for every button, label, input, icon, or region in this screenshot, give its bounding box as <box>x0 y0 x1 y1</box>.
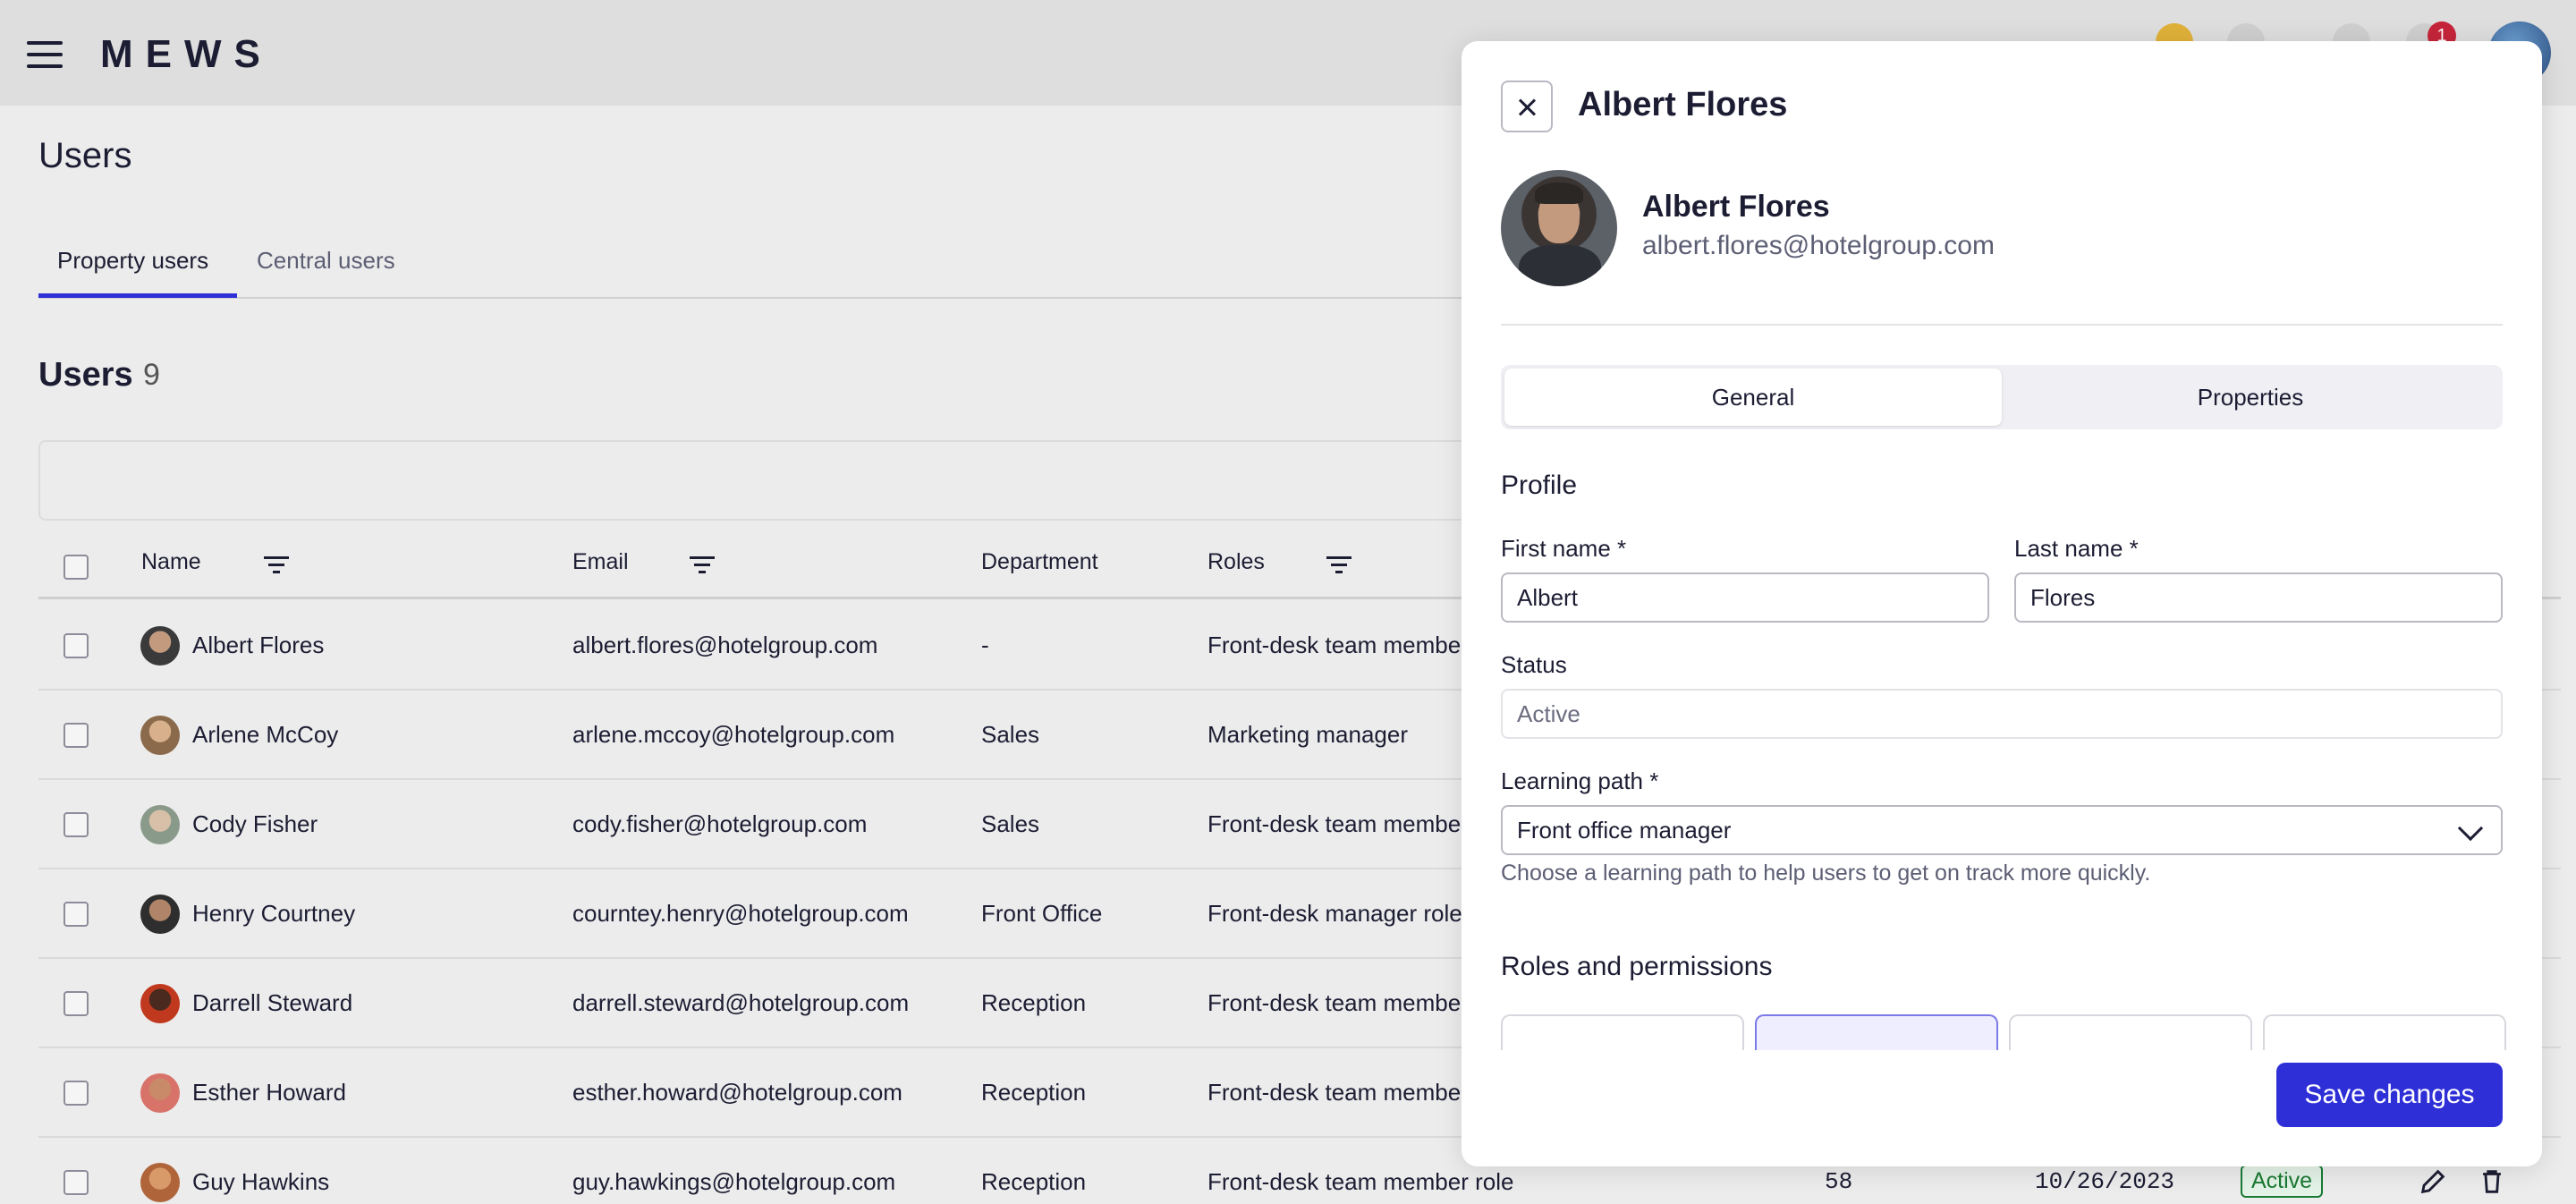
trash-icon[interactable] <box>2477 1166 2507 1197</box>
learning-path-select[interactable]: Front office manager <box>1501 805 2503 855</box>
last-name-label: Last name * <box>2014 535 2139 562</box>
page-title: Users <box>38 136 132 175</box>
status-field: Active <box>1501 689 2503 739</box>
tab-properties[interactable]: Properties <box>2002 369 2499 426</box>
user-role: Front-desk team member role <box>1208 1168 1514 1195</box>
menu-icon[interactable] <box>27 41 63 68</box>
column-email: Email <box>572 549 629 574</box>
user-email: esther.howard@hotelgroup.com <box>572 1079 902 1106</box>
status-badge: Active <box>2241 1165 2324 1198</box>
user-department: Sales <box>981 810 1040 837</box>
user-name: Esther Howard <box>192 1079 346 1106</box>
status-label: Status <box>1501 651 1567 678</box>
last-name-field[interactable]: Flores <box>2014 572 2503 623</box>
user-department: Reception <box>981 1168 1087 1195</box>
roles-section-title: Roles and permissions <box>1501 952 1773 981</box>
role-card[interactable] <box>2263 1014 2506 1050</box>
user-department: Reception <box>981 989 1087 1016</box>
row-checkbox[interactable] <box>64 812 89 837</box>
avatar <box>140 1163 180 1202</box>
avatar <box>140 805 180 844</box>
active-tab-indicator <box>38 293 237 298</box>
tab-property-users[interactable]: Property users <box>57 247 208 275</box>
user-department: Reception <box>981 1079 1087 1106</box>
row-checkbox[interactable] <box>64 633 89 658</box>
column-roles: Roles <box>1208 549 1265 574</box>
profile-email: albert.flores@hotelgroup.com <box>1642 231 1995 260</box>
filter-icon[interactable] <box>264 555 289 576</box>
divider <box>1501 324 2503 326</box>
avatar <box>140 1073 180 1113</box>
select-all-checkbox[interactable] <box>64 555 89 580</box>
avatar <box>140 626 180 666</box>
role-card[interactable] <box>1755 1014 1998 1050</box>
profile-photo <box>1501 170 1617 286</box>
profile-section-title: Profile <box>1501 471 1578 500</box>
user-name: Albert Flores <box>192 632 325 658</box>
panel-title: Albert Flores <box>1578 86 1788 123</box>
learning-path-hint: Choose a learning path to help users to … <box>1501 861 2151 886</box>
role-card[interactable] <box>2009 1014 2252 1050</box>
avatar <box>140 716 180 755</box>
learning-path-label: Learning path * <box>1501 767 1659 794</box>
learning-path-value: Front office manager <box>1517 817 1732 844</box>
column-name: Name <box>141 549 201 574</box>
row-checkbox[interactable] <box>64 723 89 748</box>
profile-name: Albert Flores <box>1642 190 1830 224</box>
users-count: 9 <box>143 358 160 392</box>
user-email: albert.flores@hotelgroup.com <box>572 632 878 658</box>
chevron-down-icon <box>2457 815 2484 842</box>
users-heading: Users <box>38 356 133 394</box>
role-card[interactable] <box>1501 1014 1744 1050</box>
first-name-label: First name * <box>1501 535 1627 562</box>
user-name: Darrell Steward <box>192 989 353 1016</box>
user-email: darrell.steward@hotelgroup.com <box>572 989 910 1016</box>
column-department: Department <box>981 549 1098 574</box>
first-name-field[interactable]: Albert <box>1501 572 1989 623</box>
user-department: Sales <box>981 721 1040 748</box>
table-toolbar <box>38 440 1559 521</box>
user-detail-panel: Albert Flores Albert Flores albert.flore… <box>1462 41 2542 1166</box>
row-checkbox[interactable] <box>64 1170 89 1195</box>
brand-logo: MEWS <box>100 32 273 76</box>
panel-tabs: General Properties <box>1501 365 2503 429</box>
user-name: Arlene McCoy <box>192 721 339 748</box>
user-email: cody.fisher@hotelgroup.com <box>572 810 868 837</box>
user-department: - <box>981 632 989 658</box>
user-name: Henry Courtney <box>192 900 356 927</box>
avatar <box>140 984 180 1023</box>
user-email: arlene.mccoy@hotelgroup.com <box>572 721 895 748</box>
filter-icon[interactable] <box>690 555 715 576</box>
user-count: 58 <box>1825 1168 1853 1195</box>
user-department: Front Office <box>981 900 1103 927</box>
avatar <box>140 895 180 934</box>
user-role: Front-desk manager role <box>1208 900 1462 927</box>
user-email: guy.hawkings@hotelgroup.com <box>572 1168 896 1195</box>
tab-general[interactable]: General <box>1504 369 2002 426</box>
row-checkbox[interactable] <box>64 1081 89 1106</box>
row-checkbox[interactable] <box>64 991 89 1016</box>
user-role: Marketing manager <box>1208 721 1408 748</box>
user-name: Cody Fisher <box>192 810 318 837</box>
user-name: Guy Hawkins <box>192 1168 330 1195</box>
save-button[interactable]: Save changes <box>2276 1063 2503 1127</box>
tab-central-users[interactable]: Central users <box>257 247 395 275</box>
user-email: courntey.henry@hotelgroup.com <box>572 900 909 927</box>
user-date: 10/26/2023 <box>2035 1168 2175 1195</box>
row-checkbox[interactable] <box>64 902 89 927</box>
user-tabs: Property users Central users <box>38 242 1470 299</box>
close-button[interactable] <box>1501 81 1553 132</box>
filter-icon[interactable] <box>1326 555 1352 576</box>
edit-icon[interactable] <box>2418 1166 2448 1197</box>
